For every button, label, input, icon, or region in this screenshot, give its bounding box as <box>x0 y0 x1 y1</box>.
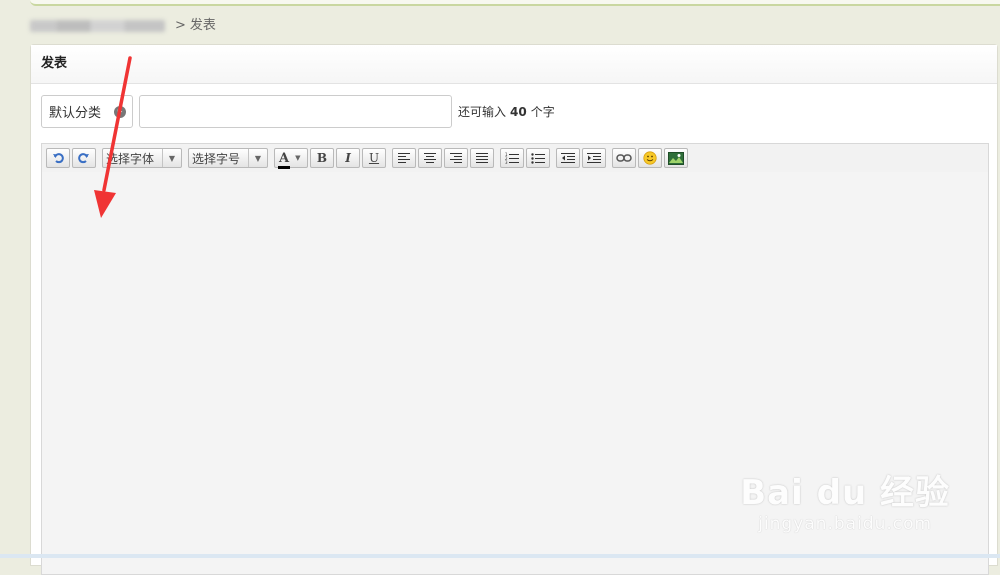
char-counter: 还可输入 40 个字 <box>458 103 555 120</box>
align-left-button[interactable] <box>392 148 416 168</box>
title-row: 默认分类 ▸ 还可输入 40 个字 <box>41 95 555 128</box>
image-icon <box>668 151 684 165</box>
top-banner-edge <box>30 0 1000 6</box>
svg-text:3: 3 <box>505 160 508 164</box>
image-button[interactable] <box>664 148 688 168</box>
bold-button[interactable]: B <box>310 148 334 168</box>
chevron-down-icon: ▼ <box>162 149 181 167</box>
watermark-logo: Bai du 经验 <box>740 473 950 513</box>
category-label: 默认分类 <box>49 106 102 121</box>
counter-suffix: 个字 <box>530 105 555 119</box>
align-justify-button[interactable] <box>470 148 494 168</box>
panel-title: 发表 <box>31 45 997 84</box>
underline-button[interactable]: U <box>362 148 386 168</box>
dropdown-circle-icon: ▸ <box>114 105 126 118</box>
outdent-icon <box>561 153 575 163</box>
emoticon-button[interactable] <box>638 148 662 168</box>
emoticon-icon <box>643 151 657 165</box>
italic-button[interactable]: I <box>336 148 360 168</box>
undo-icon <box>53 153 64 164</box>
outdent-button[interactable] <box>556 148 580 168</box>
baidu-jingyan-watermark: Bai du 经验 jingyan.baidu.com <box>740 465 950 534</box>
chevron-down-icon: ▼ <box>295 154 301 162</box>
unordered-list-button[interactable] <box>526 148 550 168</box>
align-right-button[interactable] <box>444 148 468 168</box>
chevron-down-icon: ▼ <box>248 149 267 167</box>
counter-prefix: 还可输入 <box>458 105 507 119</box>
redo-button[interactable] <box>72 148 96 168</box>
page-bottom-edge <box>0 554 1000 558</box>
category-select[interactable]: 默认分类 ▸ <box>41 95 133 128</box>
unordered-list-icon <box>531 153 545 164</box>
font-size-select[interactable]: 选择字号 ▼ <box>188 148 268 168</box>
undo-button[interactable] <box>46 148 70 168</box>
align-center-button[interactable] <box>418 148 442 168</box>
align-center-icon <box>424 153 436 163</box>
counter-value: 40 <box>510 104 527 119</box>
underline-label: U <box>368 151 380 165</box>
link-icon <box>616 154 632 162</box>
font-family-select[interactable]: 选择字体 ▼ <box>102 148 182 168</box>
breadcrumb-separator: > <box>175 18 186 33</box>
font-family-label: 选择字体 <box>106 151 155 166</box>
title-input[interactable] <box>139 95 452 128</box>
editor-toolbar: 选择字体 ▼ 选择字号 ▼ A ▼ B I U 1 2 3 <box>42 144 988 172</box>
italic-label: I <box>345 151 351 165</box>
align-left-icon <box>398 153 410 163</box>
breadcrumb: > 发表 <box>30 16 216 36</box>
watermark-url: jingyan.baidu.com <box>758 514 933 534</box>
indent-icon <box>587 153 601 163</box>
font-color-button[interactable]: A ▼ <box>274 148 308 169</box>
breadcrumb-current: 发表 <box>189 18 216 33</box>
indent-button[interactable] <box>582 148 606 168</box>
align-right-icon <box>450 153 462 163</box>
ordered-list-icon: 123 <box>505 152 519 164</box>
font-size-label: 选择字号 <box>192 151 241 166</box>
redo-icon <box>78 153 89 164</box>
bold-label: B <box>316 151 328 165</box>
breadcrumb-blurred-parent <box>30 20 165 32</box>
align-justify-icon <box>476 153 488 163</box>
font-color-icon: A <box>277 150 291 169</box>
ordered-list-button[interactable]: 123 <box>500 148 524 168</box>
link-button[interactable] <box>612 148 636 168</box>
